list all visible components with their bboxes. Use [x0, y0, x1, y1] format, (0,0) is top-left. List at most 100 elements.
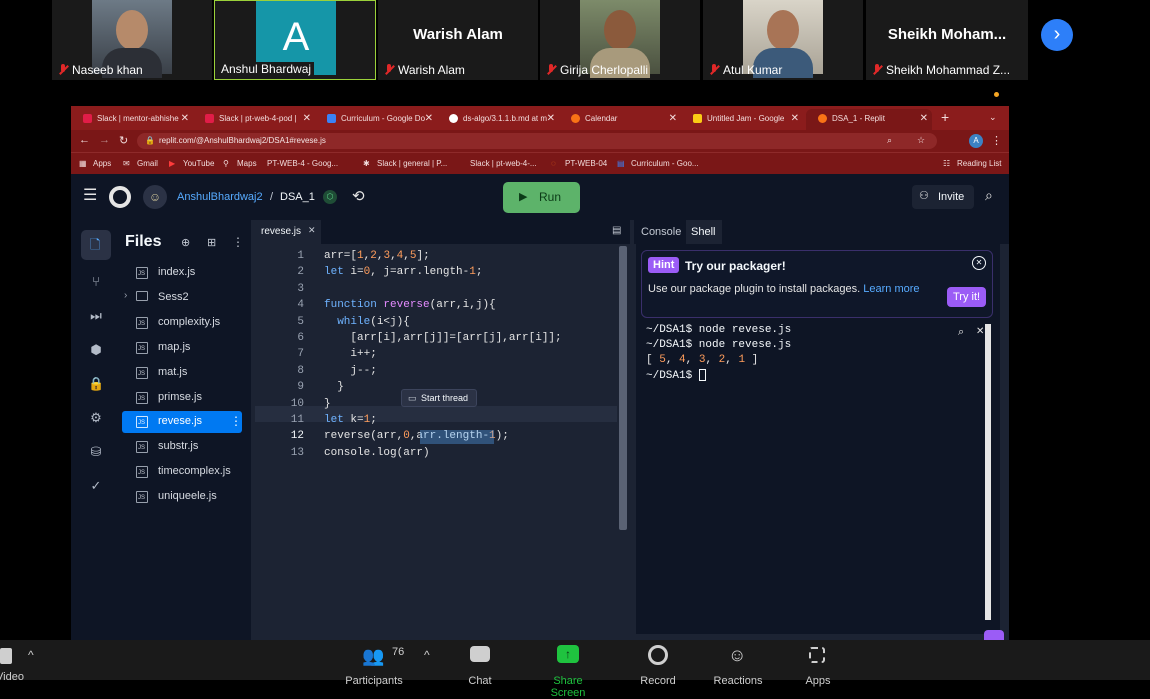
database-icon[interactable]: ⛁: [88, 444, 104, 460]
tab-shell-active[interactable]: Shell: [686, 220, 722, 244]
file-item[interactable]: JS uniqueele.js: [122, 486, 242, 508]
browser-menu-icon[interactable]: ⋮: [991, 134, 1002, 147]
reload-icon[interactable]: ↻: [119, 134, 128, 147]
bookmark-ptweb04[interactable]: PT-WEB-04: [565, 159, 607, 168]
bookmark-slack-ptweb[interactable]: Slack | pt-web-4-...: [470, 159, 537, 168]
close-tab-icon[interactable]: ✕: [920, 113, 928, 124]
video-label[interactable]: Video: [0, 671, 24, 683]
run-button[interactable]: ▶ Run: [503, 182, 580, 213]
participant-name: Sheikh Mohammad Z...: [886, 63, 1011, 77]
packages-icon[interactable]: ⬢: [88, 342, 104, 358]
terminal-search-icon[interactable]: ⌕: [958, 326, 964, 339]
reading-list[interactable]: Reading List: [957, 159, 1001, 168]
bookmark-youtube[interactable]: YouTube: [183, 159, 214, 168]
invite-button[interactable]: ⚇ Invite: [912, 185, 974, 209]
terminal-scrollbar[interactable]: [985, 324, 991, 620]
close-tab-icon[interactable]: ✕: [303, 113, 311, 124]
participant-tile[interactable]: Atul Kumar: [703, 0, 863, 80]
try-it-button[interactable]: Try it!: [947, 287, 987, 307]
debugger-icon[interactable]: ⏭: [88, 308, 104, 324]
terminal-prompt[interactable]: ~/DSA1$: [646, 369, 706, 382]
close-tab-icon[interactable]: ✕: [791, 113, 799, 124]
file-item[interactable]: JS complexity.js: [122, 312, 242, 334]
repl-owner-link[interactable]: AnshulBhardwaj2: [177, 191, 263, 203]
file-item[interactable]: JS mat.js: [122, 362, 242, 384]
start-thread-tooltip[interactable]: ▭ Start thread: [401, 389, 477, 407]
editor-scrollbar[interactable]: [619, 246, 627, 530]
participants-options-chevron-icon[interactable]: ^: [424, 648, 430, 662]
new-tab-icon[interactable]: +: [941, 109, 949, 125]
browser-tab[interactable]: Untitled Jam - Google ✕: [681, 109, 803, 129]
video-options-chevron-icon[interactable]: ^: [28, 648, 34, 662]
forward-icon[interactable]: →: [99, 134, 110, 146]
close-tab-icon[interactable]: ✕: [308, 225, 316, 236]
hamburger-menu-icon[interactable]: ☰: [83, 188, 97, 204]
help-tab-icon[interactable]: [984, 630, 1004, 640]
next-page-arrow-icon[interactable]: ›: [1041, 19, 1073, 51]
participant-tile-active[interactable]: A Anshul Bhardwaj: [214, 0, 376, 80]
tab-console[interactable]: Console: [641, 226, 681, 238]
apps-grid-icon[interactable]: ▦: [79, 159, 87, 168]
replit-icon: [818, 114, 827, 123]
bookmark-slack-general[interactable]: Slack | general | P...: [377, 159, 447, 168]
js-file-icon: JS: [136, 491, 148, 503]
file-item[interactable]: JS primse.js: [122, 387, 242, 409]
profile-avatar-icon[interactable]: A: [969, 134, 983, 148]
browser-tab[interactable]: Slack | pt-web-4-pod | ✕: [193, 109, 315, 129]
editor-tab-active[interactable]: revese.js ✕: [255, 220, 321, 244]
chevron-right-icon[interactable]: ›: [124, 290, 127, 301]
browser-tab[interactable]: ds-algo/3.1.1.b.md at m ✕: [437, 109, 559, 129]
file-item-selected[interactable]: JS revese.js ⋮: [122, 411, 242, 433]
back-icon[interactable]: ←: [79, 134, 90, 146]
file-item[interactable]: JS timecomplex.js: [122, 461, 242, 483]
secrets-lock-icon[interactable]: 🔒: [88, 376, 104, 392]
close-hint-icon[interactable]: ✕: [972, 256, 986, 270]
settings-gear-icon[interactable]: ⚙: [88, 410, 104, 426]
participant-tile[interactable]: Girija Cherlopalli: [540, 0, 700, 80]
browser-tab-active[interactable]: DSA_1 - Replit ✕: [806, 109, 932, 130]
bookmark-gmail[interactable]: Gmail: [137, 159, 158, 168]
tab-search-icon[interactable]: ⌄: [989, 112, 997, 123]
folder-item[interactable]: › Sess2: [122, 287, 242, 309]
bookmark-curriculum[interactable]: Curriculum - Goo...: [631, 159, 699, 168]
browser-tab[interactable]: Curriculum - Google Do ✕: [315, 109, 437, 129]
video-camera-icon[interactable]: [0, 648, 12, 664]
close-tab-icon[interactable]: ✕: [547, 113, 555, 124]
file-options-icon[interactable]: ⋮: [230, 414, 242, 428]
slack-icon: [83, 114, 92, 123]
code-editor[interactable]: revese.js ✕ ▤ 1 2 3 4 5 6 7 8 9 10 11 12 13 arr=[1,2…: [255, 220, 630, 640]
bookmark-ptweb4[interactable]: PT-WEB-4 - Goog...: [267, 159, 338, 168]
search-icon[interactable]: ⌕: [985, 187, 993, 204]
zoom-icon[interactable]: ⌕: [887, 135, 892, 146]
repl-name[interactable]: DSA_1: [280, 191, 315, 203]
bookmark-star-icon[interactable]: ☆: [917, 135, 925, 146]
close-tab-icon[interactable]: ✕: [181, 113, 189, 124]
file-item[interactable]: JS index.js: [122, 262, 242, 284]
participant-tile[interactable]: Warish Alam Warish Alam: [378, 0, 538, 80]
terminal-output: [ 5, 4, 3, 2, 1 ]: [646, 354, 759, 366]
participant-tile[interactable]: Naseeb khan: [52, 0, 212, 80]
participant-tile[interactable]: Sheikh Moham... Sheikh Mohammad Z...: [866, 0, 1028, 80]
bookmark-apps[interactable]: Apps: [93, 159, 111, 168]
version-control-icon[interactable]: ⑂: [88, 274, 104, 290]
browser-tab[interactable]: Slack | mentor-abhishe ✕: [71, 109, 193, 129]
terminal-close-icon[interactable]: ✕: [976, 326, 984, 337]
close-tab-icon[interactable]: ✕: [425, 113, 433, 124]
code-line: arr=[1,2,3,4,5];: [324, 250, 430, 262]
file-item[interactable]: JS map.js: [122, 337, 242, 359]
learn-more-link[interactable]: Learn more: [863, 283, 919, 295]
editor-layout-icon[interactable]: ▤: [612, 225, 621, 236]
bookmark-maps[interactable]: Maps: [237, 159, 257, 168]
browser-tab[interactable]: Calendar ✕: [559, 109, 681, 129]
close-tab-icon[interactable]: ✕: [669, 113, 677, 124]
files-nav-active[interactable]: 🗋: [81, 230, 111, 260]
file-name: mat.js: [158, 366, 188, 378]
new-folder-icon[interactable]: ⊞: [207, 236, 216, 249]
url-field[interactable]: 🔒 replit.com/@AnshulBhardwaj2/DSA1#reves…: [137, 133, 937, 149]
history-icon[interactable]: ⟲: [352, 187, 365, 205]
checkmark-icon[interactable]: ✓: [88, 478, 104, 494]
new-file-icon[interactable]: ⊕: [181, 236, 190, 249]
files-menu-icon[interactable]: ⋮: [232, 235, 244, 249]
replit-logo-icon[interactable]: [109, 186, 131, 208]
file-item[interactable]: JS substr.js: [122, 436, 242, 458]
